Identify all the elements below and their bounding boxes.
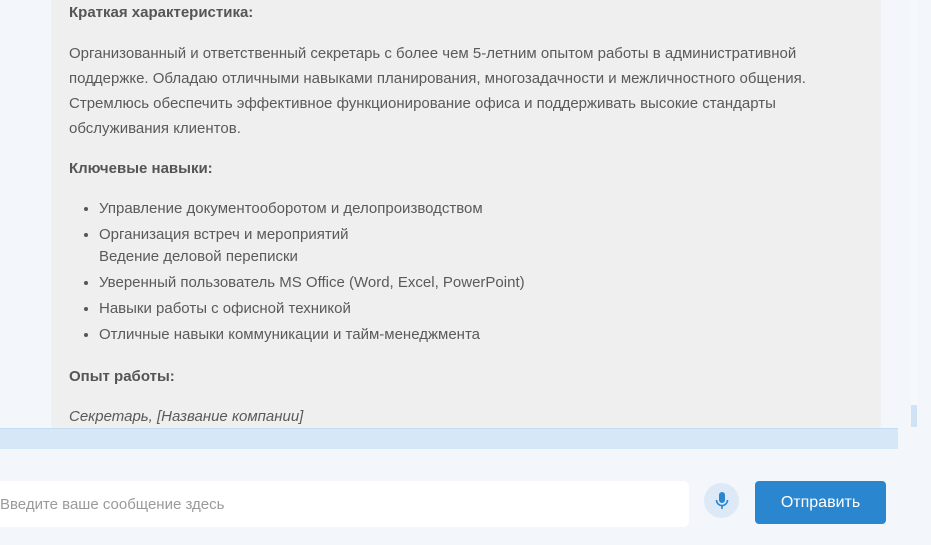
message-divider bbox=[0, 428, 898, 450]
message-input[interactable] bbox=[0, 481, 689, 527]
summary-text: Организованный и ответственный секретарь… bbox=[69, 45, 806, 137]
list-item: Отличные навыки коммуникации и тайм-мене… bbox=[99, 324, 525, 346]
scrollbar-track[interactable] bbox=[911, 0, 917, 428]
microphone-icon bbox=[715, 491, 728, 509]
experience-position: Секретарь, [Название компании] bbox=[69, 408, 304, 425]
list-item: Уверенный пользователь MS Office (Word, … bbox=[99, 272, 525, 294]
send-button[interactable]: Отправить bbox=[755, 481, 886, 524]
assistant-message: Краткая характеристика: Организованный и… bbox=[51, 0, 881, 428]
skills-list: Управление документооборотом и делопроиз… bbox=[69, 198, 525, 350]
list-item: Управление документооборотом и делопроиз… bbox=[99, 198, 525, 220]
microphone-button[interactable] bbox=[704, 483, 739, 518]
skills-heading: Ключевые навыки: bbox=[69, 160, 213, 177]
scrollbar-thumb[interactable] bbox=[911, 405, 917, 427]
list-item-text: Организация встреч и мероприятий bbox=[99, 226, 349, 243]
list-item: Навыки работы с офисной техникой bbox=[99, 298, 525, 320]
experience-heading: Опыт работы: bbox=[69, 368, 175, 385]
composer-bar: Отправить bbox=[0, 449, 931, 545]
summary-heading: Краткая характеристика: bbox=[69, 4, 254, 21]
chat-area: Краткая характеристика: Организованный и… bbox=[0, 0, 931, 428]
list-item-text-continued: Ведение деловой переписки bbox=[99, 248, 298, 265]
list-item: Организация встреч и мероприятий Ведение … bbox=[99, 224, 525, 268]
